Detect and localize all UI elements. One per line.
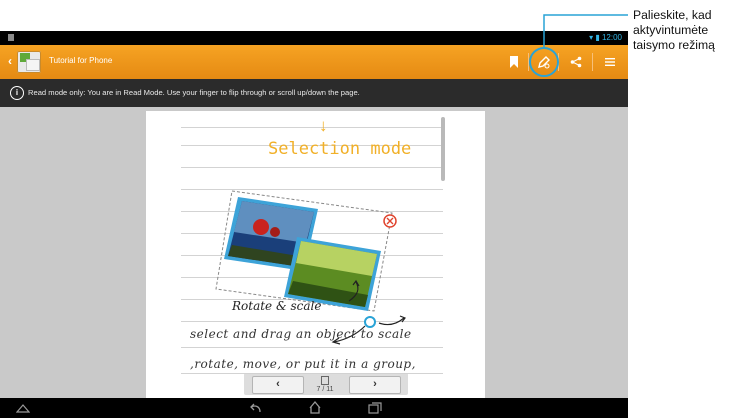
action-separator (592, 53, 593, 71)
photo-collage[interactable] (146, 111, 485, 398)
page-separator: / (322, 386, 325, 393)
home-icon[interactable] (16, 403, 30, 413)
page-indicator: 7 / 11 (308, 376, 342, 393)
recent-apps-icon[interactable] (368, 402, 382, 414)
battery-icon: ▮ (595, 33, 600, 42)
document-title: Tutorial for Phone (49, 56, 113, 65)
content-area[interactable]: ↓ Selection mode Rotate & scale select a… (0, 107, 628, 398)
tablet-screen: ▾ ▮ 12:00 ‹ Tutorial for Phone i Read mo… (0, 31, 628, 418)
menu-button[interactable] (599, 51, 621, 73)
callout-annotation: Palieskite, kad aktyvintumėte taisymo re… (633, 8, 715, 53)
handwritten-line: ,rotate, move, or put it in a group, (190, 357, 416, 371)
status-bar: ▾ ▮ 12:00 (0, 31, 628, 45)
bookmark-icon (510, 56, 518, 68)
back-nav-icon[interactable] (248, 402, 262, 414)
back-icon[interactable]: ‹ (8, 54, 12, 68)
notebook-page[interactable]: ↓ Selection mode Rotate & scale select a… (146, 111, 485, 398)
callout-line: aktyvintumėte (633, 23, 709, 37)
page-icon (321, 376, 329, 385)
page-navigator: ‹ 7 / 11 › (244, 373, 408, 395)
info-icon: i (10, 86, 24, 100)
app-icon[interactable] (17, 51, 41, 73)
navigation-bar (0, 398, 628, 418)
edit-mode-icon (538, 56, 550, 69)
notification-icon (8, 34, 14, 41)
rotate-handle-icon (364, 316, 376, 328)
share-icon (570, 56, 582, 68)
action-separator (558, 53, 559, 71)
status-right: ▾ ▮ 12:00 (589, 33, 622, 42)
total-pages: 11 (326, 386, 334, 393)
next-page-button[interactable]: › (349, 376, 401, 394)
read-mode-notice: i Read mode only: You are in Read Mode. … (0, 79, 628, 107)
handwritten-line: select and drag an object to scale (190, 327, 412, 341)
callout-line: Palieskite, kad (633, 8, 712, 22)
action-bar: ‹ Tutorial for Phone (0, 45, 628, 79)
share-button[interactable] (565, 51, 587, 73)
action-separator (528, 53, 529, 71)
callout-line: taisymo režimą (633, 38, 715, 52)
wifi-icon: ▾ (589, 33, 594, 42)
rotate-scale-label: Rotate & scale (232, 299, 322, 313)
home-nav-icon[interactable] (308, 401, 322, 414)
current-page: 7 (316, 386, 321, 393)
bookmark-button[interactable] (503, 51, 525, 73)
delete-object-icon (383, 214, 397, 228)
previous-page-button[interactable]: ‹ (252, 376, 304, 394)
rotate-arrow-icon (378, 317, 405, 326)
status-time: 12:00 (601, 33, 622, 42)
notice-text: Read mode only: You are in Read Mode. Us… (28, 88, 360, 97)
edit-mode-button[interactable] (533, 51, 555, 73)
menu-icon (605, 58, 615, 66)
